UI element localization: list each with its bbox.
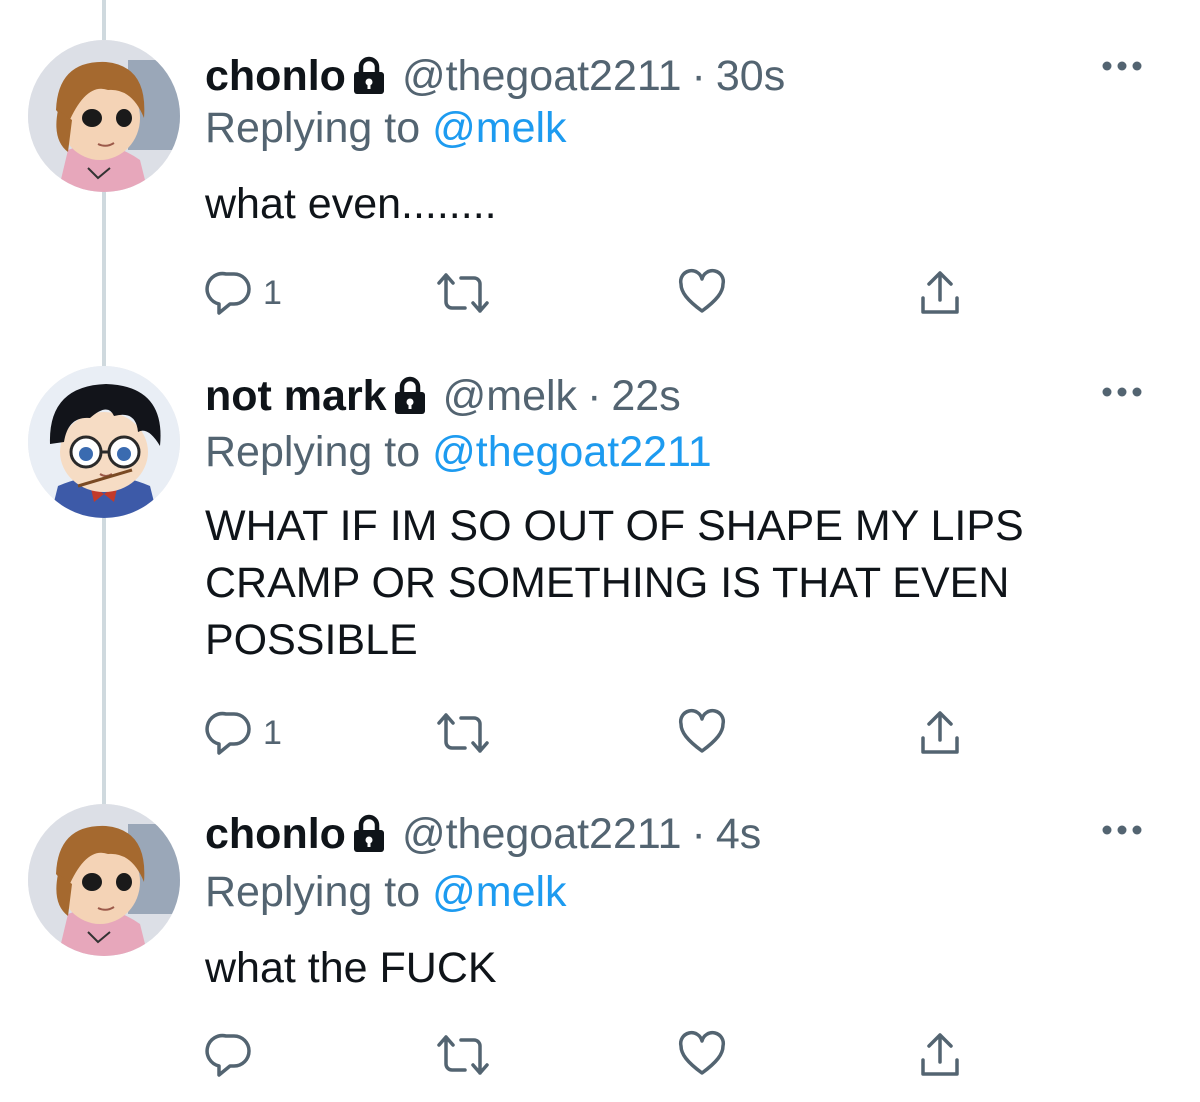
user-handle[interactable]: @melk: [443, 368, 577, 424]
avatar[interactable]: [28, 804, 180, 956]
user-handle[interactable]: @thegoat2211: [402, 806, 682, 862]
reply-icon: [205, 271, 251, 315]
separator-dot: ·: [691, 810, 706, 858]
reply-icon: [205, 1033, 251, 1077]
replying-to-label: Replying to: [205, 868, 421, 916]
tweet-text: what even........: [205, 180, 497, 228]
lock-icon: [353, 814, 384, 852]
reply-count: 1: [263, 273, 282, 312]
more-icon[interactable]: [1100, 822, 1144, 838]
share-icon: [921, 1033, 959, 1076]
separator-dot: ·: [691, 52, 706, 100]
lock-icon: [353, 56, 384, 94]
tweet[interactable]: not mark @melk · 22s Replying to @thegoa…: [0, 366, 1200, 776]
avatar[interactable]: [28, 366, 180, 518]
reply-button[interactable]: 1: [205, 268, 282, 318]
lock-icon: [394, 376, 425, 414]
heart-icon: [678, 269, 726, 313]
more-icon[interactable]: [1100, 384, 1144, 400]
retweet-icon: [437, 713, 489, 753]
separator-dot: ·: [587, 372, 602, 420]
tweet-header: chonlo @thegoat2211 · 30s: [205, 48, 785, 104]
more-icon[interactable]: [1100, 58, 1144, 74]
share-button[interactable]: [915, 1030, 965, 1080]
share-button[interactable]: [915, 708, 965, 758]
share-icon: [921, 271, 959, 314]
share-icon: [921, 711, 959, 754]
replying-to-label: Replying to: [205, 104, 421, 152]
user-handle[interactable]: @thegoat2211: [402, 48, 682, 104]
tweet[interactable]: chonlo @thegoat2211 · 30s Replying to @m…: [0, 40, 1200, 340]
retweet-icon: [437, 273, 489, 313]
avatar[interactable]: [28, 40, 180, 192]
replying-to-label: Replying to: [205, 428, 421, 476]
like-button[interactable]: [677, 268, 727, 318]
retweet-icon: [437, 1035, 489, 1075]
replying-to-line: Replying to @melk: [205, 100, 567, 156]
timestamp[interactable]: 4s: [716, 806, 761, 862]
retweet-button[interactable]: [435, 708, 491, 758]
like-button[interactable]: [677, 1030, 727, 1080]
tweet-header: chonlo @thegoat2211 · 4s: [205, 806, 761, 862]
replying-to-line: Replying to @melk: [205, 864, 567, 920]
like-button[interactable]: [677, 708, 727, 758]
retweet-button[interactable]: [435, 1030, 491, 1080]
display-name[interactable]: chonlo: [205, 806, 346, 862]
tweet-actions: [205, 1030, 985, 1080]
reply-count: 1: [263, 713, 282, 752]
replying-to-handle[interactable]: @melk: [432, 104, 566, 152]
heart-icon: [678, 709, 726, 753]
tweet-actions: 1: [205, 708, 985, 758]
reply-icon: [205, 711, 251, 755]
heart-icon: [678, 1031, 726, 1075]
tweet-text: what the FUCK: [205, 944, 497, 992]
reply-button[interactable]: [205, 1030, 263, 1080]
reply-button[interactable]: 1: [205, 708, 282, 758]
tweet-actions: 1: [205, 268, 985, 318]
timestamp[interactable]: 22s: [611, 368, 680, 424]
display-name[interactable]: not mark: [205, 368, 387, 424]
thread-connector-line: [102, 0, 106, 40]
retweet-button[interactable]: [435, 268, 491, 318]
tweet-text: WHAT IF IM SO OUT OF SHAPE MY LIPS CRAMP…: [205, 502, 1024, 664]
replying-to-handle[interactable]: @thegoat2211: [432, 428, 712, 476]
tweet[interactable]: chonlo @thegoat2211 · 4s Replying to @me…: [0, 804, 1200, 1094]
timestamp[interactable]: 30s: [716, 48, 785, 104]
display-name[interactable]: chonlo: [205, 48, 346, 104]
replying-to-handle[interactable]: @melk: [432, 868, 566, 916]
tweet-header: not mark @melk · 22s: [205, 368, 681, 424]
share-button[interactable]: [915, 268, 965, 318]
replying-to-line: Replying to @thegoat2211: [205, 424, 712, 480]
